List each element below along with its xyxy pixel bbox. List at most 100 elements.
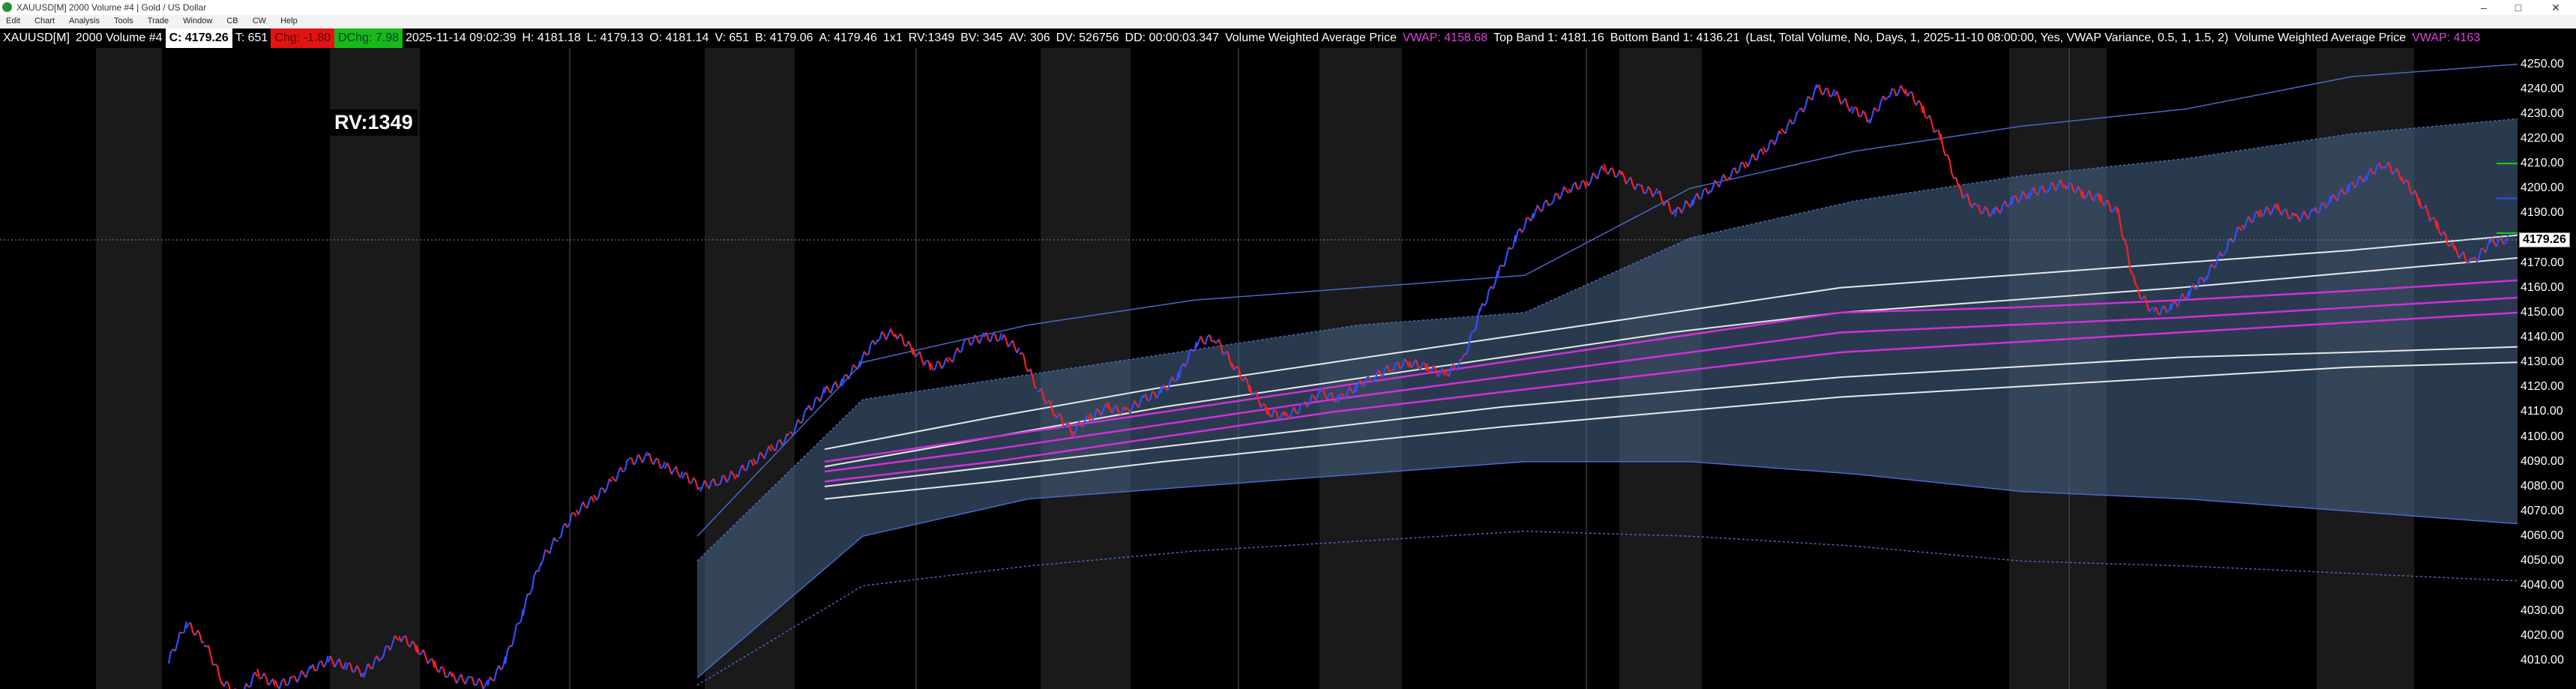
price-chart[interactable]: RV:1349 4250.00 4240.00 4230.00 4220.00 4210… xyxy=(0,48,2576,689)
down-bar xyxy=(974,334,978,340)
outer-band-line xyxy=(696,530,2518,686)
down-bar xyxy=(591,496,595,503)
down-bar xyxy=(1948,160,1953,174)
high-value: H: 4181.18 xyxy=(522,31,581,44)
down-bar xyxy=(1388,370,1392,373)
down-bar xyxy=(422,649,427,657)
up-bar xyxy=(1738,161,1742,172)
up-bar xyxy=(1499,264,1502,267)
down-bar xyxy=(256,669,261,679)
down-bar xyxy=(433,660,438,670)
up-bar xyxy=(1718,179,1723,187)
down-bar xyxy=(424,656,429,664)
down-bar xyxy=(936,361,940,364)
up-bar xyxy=(1765,149,1769,153)
bottom-band-value: Bottom Band 1: 4136.21 xyxy=(1610,31,1740,44)
up-bar xyxy=(1251,393,1254,396)
down-bar xyxy=(1209,334,1213,343)
down-bar xyxy=(825,385,830,391)
down-bar xyxy=(1005,338,1009,348)
down-bar xyxy=(1751,153,1756,159)
up-bar xyxy=(296,677,301,683)
down-bar xyxy=(1637,183,1640,186)
down-bar xyxy=(918,351,923,360)
up-bar xyxy=(819,395,823,403)
price-tick-label: 4240.00 xyxy=(2521,82,2564,95)
menu-cw[interactable]: CW xyxy=(247,15,272,28)
close-button[interactable]: ✕ xyxy=(2539,0,2573,15)
down-bar xyxy=(1826,88,1831,97)
menu-analysis[interactable]: Analysis xyxy=(63,15,106,28)
down-bar xyxy=(1951,173,1955,179)
down-bar xyxy=(283,678,287,686)
up-bar xyxy=(475,678,480,686)
up-bar xyxy=(1829,94,1833,98)
menu-trade[interactable]: Trade xyxy=(142,15,175,28)
menu-window[interactable]: Window xyxy=(177,15,218,28)
up-bar xyxy=(577,508,582,515)
up-bar xyxy=(1362,385,1365,388)
down-bar xyxy=(1835,91,1840,97)
down-bar xyxy=(312,664,316,671)
price-tick-label: 4230.00 xyxy=(2521,106,2564,120)
up-bar xyxy=(951,353,956,363)
down-bar xyxy=(1778,130,1782,135)
down-bar xyxy=(907,340,912,346)
down-bar xyxy=(967,338,972,346)
down-bar xyxy=(945,357,949,363)
up-bar xyxy=(1455,367,1459,371)
up-bar xyxy=(1747,160,1751,167)
down-bar xyxy=(553,537,557,542)
up-bar xyxy=(1561,186,1565,194)
price-tick-label: 4130.00 xyxy=(2521,355,2564,369)
up-bar xyxy=(1007,343,1011,348)
window-title: XAUUSD[M] 2000 Volume #4 | Gold / US Dol… xyxy=(16,2,207,13)
down-bar xyxy=(1545,199,1550,206)
minimize-button[interactable]: – xyxy=(2467,0,2501,15)
up-bar xyxy=(867,343,872,355)
down-bar xyxy=(609,478,613,483)
up-bar xyxy=(1036,390,1040,393)
up-bar xyxy=(885,334,890,340)
price-tick-label: 4090.00 xyxy=(2521,454,2564,468)
down-bar xyxy=(881,331,885,335)
up-bar xyxy=(941,364,945,370)
up-bar xyxy=(464,677,469,685)
price-tick-label: 4120.00 xyxy=(2521,380,2564,394)
av-value: AV: 306 xyxy=(1008,31,1050,44)
chart-canvas[interactable] xyxy=(0,48,2576,689)
up-bar xyxy=(633,460,637,466)
up-bar xyxy=(681,472,686,479)
menu-tools[interactable]: Tools xyxy=(108,15,139,28)
maximize-button[interactable]: □ xyxy=(2501,0,2536,15)
up-bar xyxy=(185,623,190,629)
menu-chart[interactable]: Chart xyxy=(28,15,61,28)
up-bar xyxy=(934,361,939,370)
down-bar xyxy=(263,673,267,679)
up-bar xyxy=(1550,202,1554,205)
up-bar xyxy=(352,670,355,673)
price-tick-label: 4170.00 xyxy=(2521,256,2564,269)
session-shade xyxy=(330,48,420,689)
up-bar xyxy=(1514,232,1519,243)
down-bar xyxy=(948,356,951,361)
up-bar xyxy=(876,338,881,343)
up-bar xyxy=(1523,217,1528,229)
down-bar xyxy=(1723,173,1727,180)
app-icon xyxy=(2,2,12,12)
up-bar xyxy=(1889,88,1893,97)
menu-cb[interactable]: CB xyxy=(220,15,244,28)
up-bar xyxy=(660,466,663,469)
up-bar xyxy=(1709,188,1714,193)
down-bar xyxy=(1892,88,1895,91)
price-tick-label: 4030.00 xyxy=(2521,604,2564,617)
up-bar xyxy=(699,486,704,492)
down-bar xyxy=(1200,336,1204,343)
up-bar xyxy=(1712,180,1716,190)
down-bar xyxy=(1152,391,1155,394)
menu-help[interactable]: Help xyxy=(274,15,304,28)
menu-edit[interactable]: Edit xyxy=(0,15,26,28)
price-axis[interactable]: 4250.00 4240.00 4230.00 4220.00 4210.00 4200.… xyxy=(2518,48,2576,689)
up-bar xyxy=(325,655,329,664)
up-bar xyxy=(250,676,254,688)
